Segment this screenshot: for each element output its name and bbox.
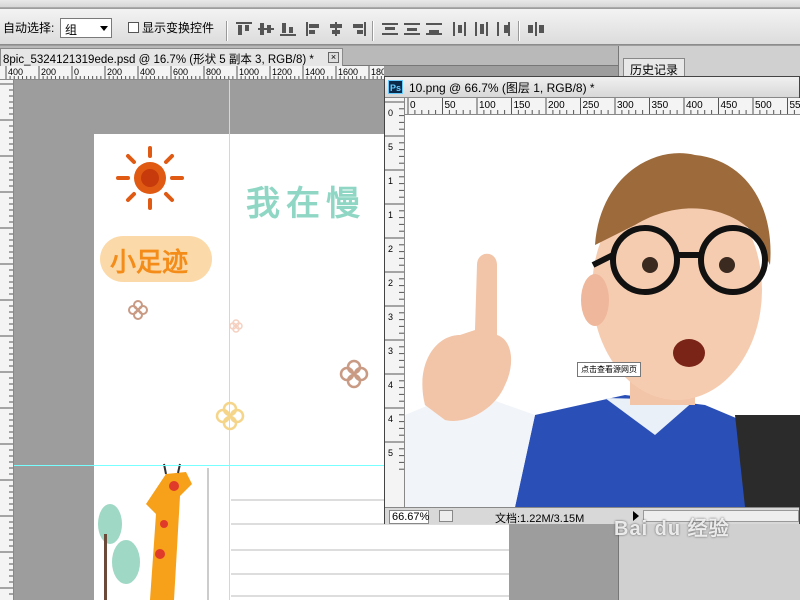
ruler-label: 200 bbox=[107, 67, 122, 77]
chevron-down-icon bbox=[100, 26, 108, 31]
ruler-label: 450 bbox=[721, 100, 738, 111]
image-vertical-ruler[interactable]: 0 5 1 1 2 2 3 3 4 4 5 bbox=[385, 98, 405, 507]
ruler-label: 4 bbox=[388, 380, 393, 390]
ruler-label: 2 bbox=[388, 278, 393, 288]
horizontal-ruler[interactable]: 4002000200400600800100012001400160018002… bbox=[0, 66, 384, 80]
ruler-ticks bbox=[0, 83, 13, 595]
boy-photo[interactable] bbox=[405, 115, 800, 507]
giraffe-illustration bbox=[146, 463, 192, 600]
options-bar: 自动选择: 组 显示变换控件 bbox=[0, 9, 800, 45]
align-vcenter-icon[interactable] bbox=[258, 22, 274, 36]
flower-icon bbox=[215, 401, 245, 431]
photoshop-icon: Ps bbox=[388, 80, 403, 94]
auto-align-icon[interactable] bbox=[528, 22, 544, 36]
ruler-label: 400 bbox=[140, 67, 155, 77]
ruler-label: 2 bbox=[388, 244, 393, 254]
ruler-label: 100 bbox=[479, 100, 496, 111]
guide-line-vertical[interactable] bbox=[229, 80, 230, 600]
flower-icon bbox=[339, 359, 369, 389]
brand-text: 小足迹 bbox=[110, 247, 189, 277]
ruler-label: 550 bbox=[790, 100, 800, 111]
ruler-label: 1200 bbox=[272, 67, 292, 77]
ruler-label: 400 bbox=[8, 67, 23, 77]
distribute-right-icon[interactable] bbox=[496, 22, 512, 36]
image-window-titlebar[interactable]: Ps 10.png @ 66.7% (图层 1, RGB/8) * bbox=[385, 77, 799, 98]
distribute-left-icon[interactable] bbox=[452, 22, 468, 36]
ruler-label: 0 bbox=[74, 67, 79, 77]
ruler-label: 800 bbox=[206, 67, 221, 77]
history-tab[interactable]: 历史记录 bbox=[623, 58, 686, 77]
ruler-label: 5 bbox=[388, 448, 393, 458]
ruler-label: 3 bbox=[388, 346, 393, 356]
document-tab[interactable]: 8pic_5324121319ede.psd @ 16.7% (形状 5 副本 … bbox=[0, 48, 343, 66]
auto-select-label: 自动选择: bbox=[3, 21, 55, 35]
distribute-vcenter-icon[interactable] bbox=[404, 22, 420, 36]
document-tab-bar: 8pic_5324121319ede.psd @ 16.7% (形状 5 副本 … bbox=[0, 46, 618, 66]
auto-select-dropdown[interactable]: 组 bbox=[60, 18, 112, 38]
align-right-icon[interactable] bbox=[350, 22, 366, 36]
flower-icon bbox=[128, 300, 148, 320]
ruler-label: 1800 bbox=[371, 67, 384, 77]
distribute-top-icon[interactable] bbox=[382, 22, 398, 36]
ruler-label: 3 bbox=[388, 312, 393, 322]
ruler-label: 200 bbox=[41, 67, 56, 77]
ruler-label: 250 bbox=[583, 100, 600, 111]
auto-select-value: 组 bbox=[65, 23, 78, 37]
vertical-ruler[interactable] bbox=[0, 80, 14, 600]
ruler-ticks: 0 5 1 1 2 2 3 3 4 4 5 bbox=[385, 101, 404, 470]
canvas-title-text: 我在慢 bbox=[246, 185, 366, 223]
ruler-label: 1 bbox=[388, 176, 393, 186]
ruler-label: 4 bbox=[388, 414, 393, 424]
align-top-icon[interactable] bbox=[236, 22, 252, 36]
ruler-label: 1 bbox=[388, 210, 393, 220]
align-hcenter-icon[interactable] bbox=[328, 22, 344, 36]
document-size: 文档:1.22M/3.15M bbox=[495, 513, 585, 525]
ruler-label: 0 bbox=[410, 100, 416, 111]
image-horizontal-ruler[interactable]: 0 50 100 150 200 250 300 350 400 450 500 550 bbox=[405, 98, 800, 115]
ruler-label: 500 bbox=[755, 100, 772, 111]
ruler-ticks: 0 50 100 150 200 250 300 350 400 450 500 550 bbox=[407, 98, 800, 114]
ruler-label: 0 bbox=[388, 108, 393, 118]
watermark: Bai du 经验 bbox=[614, 518, 730, 540]
show-transform-checkbox[interactable] bbox=[128, 22, 139, 33]
guide-line-horizontal[interactable] bbox=[14, 465, 384, 466]
separator bbox=[518, 21, 520, 41]
close-icon[interactable]: × bbox=[328, 52, 339, 63]
ruler-ticks: 4002000200400600800100012001400160018002… bbox=[5, 66, 384, 79]
tooltip: 点击查看源网页 bbox=[577, 362, 641, 377]
flower-icon bbox=[229, 319, 243, 333]
status-menu-icon[interactable] bbox=[439, 510, 453, 522]
ruler-label: 5 bbox=[388, 142, 393, 152]
align-left-icon[interactable] bbox=[306, 22, 322, 36]
image-status-bar: 66.67% 文档:1.22M/3.15M bbox=[385, 507, 799, 525]
ruler-label: 200 bbox=[548, 100, 565, 111]
distribute-hcenter-icon[interactable] bbox=[474, 22, 490, 36]
tree-illustration bbox=[98, 504, 140, 600]
separator bbox=[372, 21, 374, 41]
align-bottom-icon[interactable] bbox=[280, 22, 296, 36]
ruler-label: 600 bbox=[173, 67, 188, 77]
ruler-label: 1000 bbox=[239, 67, 259, 77]
sun-icon bbox=[116, 146, 184, 210]
ruler-label: 50 bbox=[445, 100, 457, 111]
ruler-label: 1400 bbox=[305, 67, 325, 77]
document-tab-title: 8pic_5324121319ede.psd @ 16.7% (形状 5 副本 … bbox=[3, 54, 314, 66]
ruler-label: 300 bbox=[617, 100, 634, 111]
show-transform-label: 显示变换控件 bbox=[142, 21, 215, 35]
separator bbox=[226, 21, 228, 41]
ruler-label: 150 bbox=[514, 100, 531, 111]
ruler-label: 350 bbox=[652, 100, 669, 111]
boy-illustration bbox=[405, 153, 800, 507]
distribute-bottom-icon[interactable] bbox=[426, 22, 442, 36]
ruler-label: 1600 bbox=[338, 67, 358, 77]
image-window[interactable]: Ps 10.png @ 66.7% (图层 1, RGB/8) * 0 50 100… bbox=[384, 76, 800, 525]
menu-bar bbox=[0, 0, 800, 8]
ruler-label: 400 bbox=[686, 100, 703, 111]
zoom-level[interactable]: 66.67% bbox=[389, 510, 429, 524]
image-window-title: 10.png @ 66.7% (图层 1, RGB/8) * bbox=[409, 81, 595, 95]
